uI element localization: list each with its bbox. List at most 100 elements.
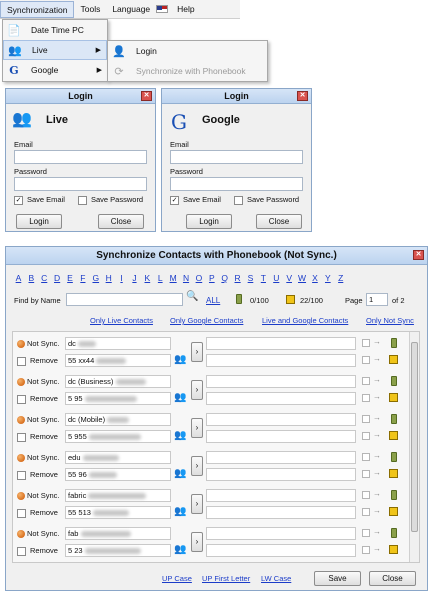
phonebook-name-field[interactable] [206, 337, 356, 350]
transfer-button[interactable]: › [191, 418, 203, 438]
contact-phone-field[interactable]: 5 955 [65, 430, 171, 443]
letter-link-u[interactable]: U [270, 273, 283, 283]
sync-name-checkbox[interactable] [362, 529, 370, 537]
contact-name-field[interactable]: edu [65, 451, 171, 464]
phonebook-phone-field[interactable] [206, 544, 356, 557]
letter-link-d[interactable]: D [51, 273, 64, 283]
menu-live[interactable]: 👥 Live ▶ [3, 40, 107, 60]
remove-checkbox[interactable]: Remove [17, 546, 58, 556]
phonebook-phone-field[interactable] [206, 392, 356, 405]
letter-link-s[interactable]: S [244, 273, 257, 283]
letter-link-o[interactable]: O [192, 273, 205, 283]
save-email-checkbox[interactable]: ✓ Save Email [14, 195, 65, 205]
contact-phone-field[interactable]: 5 95 [65, 392, 171, 405]
contact-name-field[interactable]: dc [65, 337, 171, 350]
close-icon[interactable]: ✕ [141, 91, 152, 101]
sync-phone-checkbox[interactable] [362, 508, 370, 516]
save-password-checkbox[interactable]: Save Password [78, 195, 143, 205]
sync-phone-checkbox[interactable] [362, 394, 370, 402]
letter-link-f[interactable]: F [76, 273, 89, 283]
transfer-button[interactable]: › [191, 342, 203, 362]
letter-link-h[interactable]: H [102, 273, 115, 283]
find-by-name-input[interactable] [66, 293, 183, 306]
letter-link-j[interactable]: J [128, 273, 141, 283]
menu-login[interactable]: 👤 Login [108, 41, 267, 61]
close-icon[interactable]: ✕ [297, 91, 308, 101]
sync-phone-checkbox[interactable] [362, 356, 370, 364]
all-link[interactable]: ALL [206, 296, 220, 305]
close-button[interactable]: Close [98, 214, 144, 229]
menu-help[interactable]: Help [171, 1, 200, 18]
letter-link-a[interactable]: A [12, 273, 25, 283]
phonebook-phone-field[interactable] [206, 354, 356, 367]
close-button[interactable]: Close [369, 571, 416, 586]
login-button[interactable]: Login [16, 214, 62, 229]
filter-only-not-sync[interactable]: Only Not Sync [366, 316, 414, 325]
filter-only-google[interactable]: Only Google Contacts [170, 316, 243, 325]
letter-link-q[interactable]: Q [218, 273, 231, 283]
sync-name-checkbox[interactable] [362, 453, 370, 461]
contact-name-field[interactable]: dc (Business) [65, 375, 171, 388]
lw-case-link[interactable]: LW Case [261, 574, 291, 583]
letter-link-b[interactable]: B [25, 273, 38, 283]
contact-name-field[interactable]: dc (Mobile) [65, 413, 171, 426]
contact-phone-field[interactable]: 55 xx44 [65, 354, 171, 367]
letter-link-n[interactable]: N [180, 273, 193, 283]
transfer-button[interactable]: › [191, 380, 203, 400]
phonebook-name-field[interactable] [206, 451, 356, 464]
remove-checkbox[interactable]: Remove [17, 508, 58, 518]
email-field[interactable] [170, 150, 303, 164]
scroll-thumb[interactable] [411, 342, 418, 532]
list-scrollbar[interactable] [409, 332, 419, 562]
letter-link-x[interactable]: X [308, 273, 321, 283]
contact-phone-field[interactable]: 55 513 [65, 506, 171, 519]
save-password-checkbox[interactable]: Save Password [234, 195, 299, 205]
letter-link-c[interactable]: C [38, 273, 51, 283]
sync-name-checkbox[interactable] [362, 415, 370, 423]
letter-link-i[interactable]: I [115, 273, 128, 283]
menu-date-time-pc[interactable]: 📄 Date Time PC [3, 20, 107, 40]
menu-language[interactable]: Language [106, 1, 156, 18]
contacts-list[interactable]: Not Sync. dc Remove 55 xx44 👥 › → → Not … [12, 331, 420, 563]
save-email-checkbox[interactable]: ✓ Save Email [170, 195, 221, 205]
close-button[interactable]: Close [256, 214, 302, 229]
phonebook-phone-field[interactable] [206, 506, 356, 519]
letter-link-r[interactable]: R [231, 273, 244, 283]
up-case-link[interactable]: UP Case [162, 574, 192, 583]
letter-link-y[interactable]: Y [321, 273, 334, 283]
phonebook-name-field[interactable] [206, 489, 356, 502]
phonebook-name-field[interactable] [206, 527, 356, 540]
password-field[interactable] [170, 177, 303, 191]
letter-link-k[interactable]: K [141, 273, 154, 283]
menu-synchronization[interactable]: Synchronization [0, 0, 75, 18]
menu-google[interactable]: G Google ▶ [3, 60, 107, 80]
sync-phone-checkbox[interactable] [362, 432, 370, 440]
filter-only-live[interactable]: Only Live Contacts [90, 316, 153, 325]
sync-name-checkbox[interactable] [362, 377, 370, 385]
letter-link-z[interactable]: Z [334, 273, 347, 283]
letter-link-v[interactable]: V [283, 273, 296, 283]
remove-checkbox[interactable]: Remove [17, 356, 58, 366]
close-icon[interactable]: ✕ [413, 250, 424, 260]
transfer-button[interactable]: › [191, 494, 203, 514]
letter-link-p[interactable]: P [205, 273, 218, 283]
up-first-letter-link[interactable]: UP First Letter [202, 574, 250, 583]
letter-link-e[interactable]: E [64, 273, 77, 283]
transfer-button[interactable]: › [191, 532, 203, 552]
login-button[interactable]: Login [186, 214, 232, 229]
contact-phone-field[interactable]: 55 96 [65, 468, 171, 481]
phonebook-phone-field[interactable] [206, 430, 356, 443]
contact-name-field[interactable]: fabric [65, 489, 171, 502]
letter-link-m[interactable]: M [167, 273, 180, 283]
search-icon[interactable]: 🔍 [186, 291, 198, 302]
email-field[interactable] [14, 150, 147, 164]
phonebook-phone-field[interactable] [206, 468, 356, 481]
sync-phone-checkbox[interactable] [362, 546, 370, 554]
letter-link-g[interactable]: G [89, 273, 102, 283]
password-field[interactable] [14, 177, 147, 191]
contact-name-field[interactable]: fab [65, 527, 171, 540]
page-stepper[interactable]: 1 [366, 293, 388, 306]
contact-phone-field[interactable]: 5 23 [65, 544, 171, 557]
sync-name-checkbox[interactable] [362, 339, 370, 347]
phonebook-name-field[interactable] [206, 413, 356, 426]
